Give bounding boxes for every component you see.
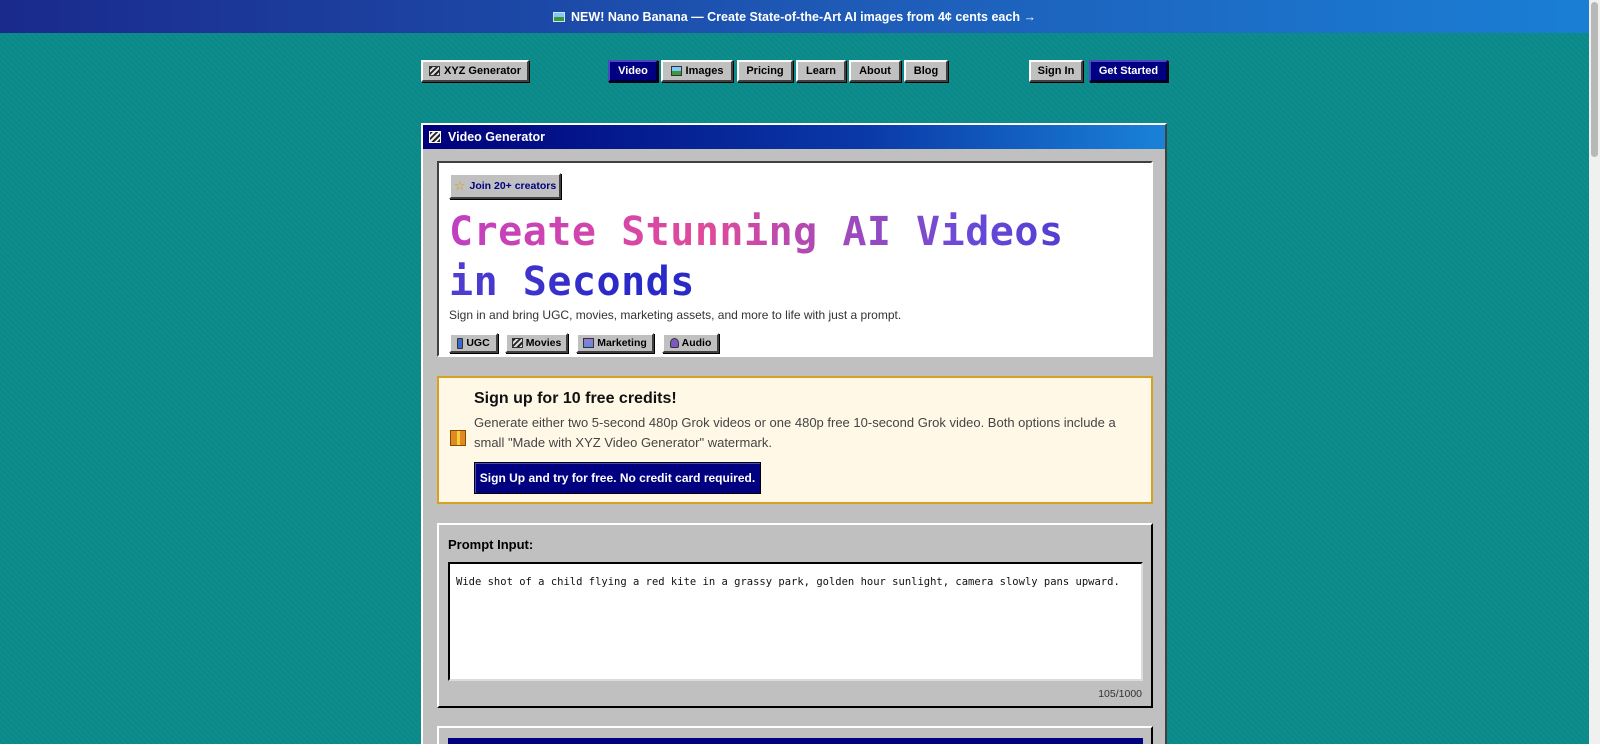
clapperboard-icon: [428, 66, 440, 76]
get-started-button[interactable]: Get Started: [1089, 60, 1168, 82]
chip-movies[interactable]: Movies: [505, 333, 568, 353]
chip-label: Movies: [525, 337, 562, 349]
character-counter: 105/1000: [1098, 688, 1142, 700]
window-title: Video Generator: [448, 130, 546, 144]
clapperboard-icon: [511, 338, 523, 348]
nav-pricing-label: Pricing: [746, 65, 784, 77]
gift-icon: [450, 430, 466, 446]
announcement-banner[interactable]: NEW! Nano Banana — Create State-of-the-A…: [0, 0, 1589, 33]
building-icon: [583, 338, 595, 348]
nav-about[interactable]: About: [849, 60, 901, 82]
creators-badge[interactable]: ☆ Join 20+ creators: [449, 173, 561, 199]
nav-images-label: Images: [685, 65, 724, 77]
phone-icon: [457, 337, 464, 349]
prompt-input[interactable]: Wide shot of a child flying a red kite i…: [448, 562, 1143, 681]
chip-ugc[interactable]: UGC: [449, 333, 498, 353]
music-note-icon: [669, 338, 679, 348]
nav-video-label: Video: [618, 65, 648, 77]
scrollbar-thumb[interactable]: [1591, 2, 1598, 157]
clapperboard-icon: [429, 131, 441, 143]
settings-header-bar: [448, 738, 1143, 744]
hero-headline: Create Stunning AI Videos in Seconds: [449, 207, 1089, 307]
image-icon: [553, 11, 566, 22]
image-icon: [670, 66, 682, 76]
brand-button[interactable]: XYZ Generator: [421, 60, 529, 82]
free-credits-promo: Sign up for 10 free credits! Generate ei…: [437, 376, 1153, 504]
sign-in-label: Sign In: [1037, 65, 1075, 77]
settings-panel: [437, 726, 1153, 744]
chip-label: Audio: [681, 337, 712, 349]
nav-pricing[interactable]: Pricing: [737, 60, 793, 82]
nav-blog-label: Blog: [913, 65, 939, 77]
nav-images[interactable]: Images: [661, 60, 733, 82]
nav-learn[interactable]: Learn: [796, 60, 846, 82]
window-titlebar: Video Generator: [423, 125, 1165, 149]
nav-video[interactable]: Video: [608, 60, 658, 82]
headline-text: Create Stunning AI Videos in Seconds: [449, 209, 1064, 305]
video-generator-window: Video Generator ☆ Join 20+ creators Crea…: [421, 123, 1167, 744]
badge-label: Join 20+ creators: [469, 180, 557, 192]
nav-about-label: About: [859, 65, 891, 77]
brand-label: XYZ Generator: [443, 65, 522, 77]
prompt-panel: Prompt Input: Wide shot of a child flyin…: [437, 523, 1153, 708]
hero-subtext: Sign in and bring UGC, movies, marketing…: [449, 308, 902, 322]
page-scrollbar[interactable]: [1589, 0, 1600, 744]
chip-marketing[interactable]: Marketing: [576, 333, 654, 353]
chip-label: UGC: [466, 337, 490, 349]
chip-label: Marketing: [597, 337, 647, 349]
prompt-label: Prompt Input:: [448, 537, 534, 552]
promo-description: Generate either two 5-second 480p Grok v…: [474, 415, 1116, 450]
chip-audio[interactable]: Audio: [662, 333, 719, 353]
nav-learn-label: Learn: [806, 65, 836, 77]
get-started-label: Get Started: [1098, 65, 1159, 77]
star-icon: ☆: [453, 178, 466, 193]
sign-in-button[interactable]: Sign In: [1029, 60, 1083, 82]
signup-free-button[interactable]: Sign Up and try for free. No credit card…: [474, 462, 761, 494]
banner-text[interactable]: NEW! Nano Banana — Create State-of-the-A…: [571, 10, 1036, 24]
nav-blog[interactable]: Blog: [904, 60, 948, 82]
hero-panel: ☆ Join 20+ creators Create Stunning AI V…: [437, 161, 1153, 357]
promo-title: Sign up for 10 free credits!: [474, 390, 677, 407]
